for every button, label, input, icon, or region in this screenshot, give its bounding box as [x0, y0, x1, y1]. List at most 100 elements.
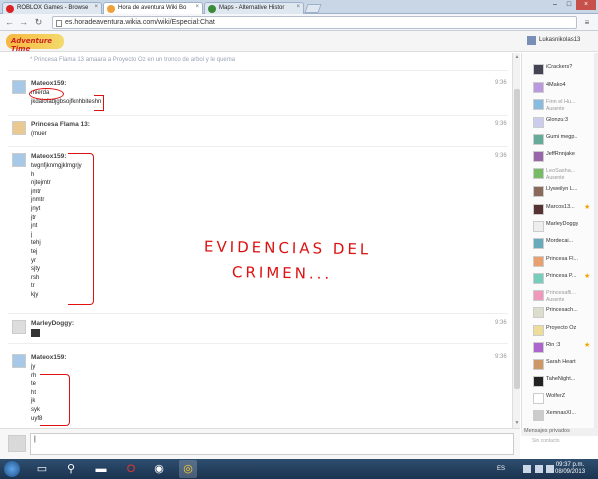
star-icon: ★ — [584, 273, 591, 280]
user-list-item[interactable]: Princesafli... Ausente — [522, 289, 594, 306]
avatar — [533, 238, 544, 249]
search-icon[interactable]: ⚲ — [64, 462, 78, 476]
avatar — [533, 186, 544, 197]
user-list-item[interactable]: LeoSasha... Ausente — [522, 167, 594, 184]
user-list-item[interactable]: TaheNight... — [522, 375, 594, 392]
tab-hora-de-aventura[interactable]: Hora de aventura Wiki Bo × — [103, 2, 203, 14]
tab-roblox[interactable]: ROBLOX Games - Browse × — [2, 2, 102, 14]
user-list-item[interactable]: Princesach... — [522, 306, 594, 323]
tab-maps[interactable]: Maps - Alternative Histor × — [204, 2, 304, 14]
avatar — [533, 168, 544, 179]
wiki-logo[interactable]: Adventure Time — [6, 34, 64, 53]
avatar — [533, 342, 544, 353]
window-switcher-icon[interactable]: ▭ — [35, 462, 49, 476]
message-time: 9:36 — [495, 354, 507, 360]
avatar — [533, 273, 544, 284]
avatar — [533, 376, 544, 387]
message-author: Princesa Flama 13: — [31, 121, 90, 128]
clock-time: 09:37 p.m. — [555, 462, 585, 468]
opera-icon[interactable]: O — [124, 462, 138, 476]
page-icon — [56, 20, 62, 27]
new-tab-button[interactable] — [304, 4, 322, 13]
avatar — [12, 354, 26, 368]
language-indicator[interactable]: ES — [497, 466, 505, 472]
message-line: (muer — [31, 131, 47, 137]
user-list-item[interactable]: 4Mako4 — [522, 81, 594, 98]
close-icon[interactable]: × — [94, 4, 98, 10]
taskbar: ▭ ⚲ ▬ O ◉ ◎ ES 09:37 p.m. 08/09/2013 — [0, 459, 598, 479]
user-list-item[interactable]: WolferZ — [522, 392, 594, 409]
volume-icon[interactable] — [546, 465, 554, 473]
avatar — [533, 64, 544, 75]
message-time: 9:36 — [495, 320, 507, 326]
highlight-bracket — [68, 153, 94, 305]
message-author: Mateox159: — [31, 80, 67, 87]
message-input[interactable]: | — [30, 433, 514, 455]
user-list-item[interactable]: iCrackers? — [522, 63, 594, 80]
message-composer: | — [0, 428, 520, 459]
window-controls: – □ × — [548, 0, 596, 10]
avatar — [533, 82, 544, 93]
chat-message: MarleyDoggy: 9:36 — [0, 320, 512, 340]
menu-icon[interactable]: ≡ — [582, 18, 592, 27]
user-list-item[interactable]: Princesa Fl... — [522, 255, 594, 272]
user-list-item[interactable]: Rin :3 ★ — [522, 341, 594, 358]
divider — [8, 115, 508, 116]
clock-date: 08/09/2013 — [555, 469, 586, 475]
reload-icon[interactable]: ↻ — [33, 17, 44, 28]
user-list-item[interactable]: MarleyDoggy — [522, 220, 594, 237]
close-icon[interactable]: × — [195, 4, 199, 10]
avatar — [12, 320, 26, 334]
chat-message: Mateox159: 9:36 mierda jkdalofadjgbsojfk… — [0, 80, 512, 110]
divider — [8, 343, 508, 344]
message-time: 9:36 — [495, 80, 507, 86]
highlight-circle — [29, 88, 64, 100]
user-list-item[interactable]: Glonzu:3 — [522, 116, 594, 133]
back-arrow-icon[interactable]: ← — [4, 17, 15, 28]
tray-icon[interactable] — [523, 465, 531, 473]
app-icon[interactable]: ◉ — [152, 462, 166, 476]
avatar — [533, 204, 544, 215]
user-list-item[interactable]: JeffRnnjake — [522, 150, 594, 167]
user-list-item[interactable]: Llyweilyn L... — [522, 185, 594, 202]
user-list-scrollbar[interactable] — [594, 53, 598, 428]
maps-favicon-icon — [208, 5, 216, 13]
scroll-down-icon[interactable]: ▼ — [514, 420, 520, 426]
network-icon[interactable] — [535, 465, 543, 473]
message-time: 9:36 — [495, 121, 507, 127]
avatar — [533, 410, 544, 421]
window-close-icon[interactable]: × — [576, 0, 596, 10]
forward-arrow-icon[interactable]: → — [18, 17, 29, 28]
user-list-item[interactable]: Princesa P... ★ — [522, 272, 594, 289]
message-author: MarleyDoggy: — [31, 320, 74, 327]
user-list-item[interactable]: Sarah Heart — [522, 358, 594, 375]
scroll-thumb[interactable] — [514, 89, 520, 389]
user-list-item[interactable]: Marcos13... ★ — [522, 203, 594, 220]
close-icon[interactable]: × — [296, 4, 300, 10]
user-list-item[interactable]: Finn el Hu... Ausente — [522, 98, 594, 115]
avatar — [533, 117, 544, 128]
chrome-icon: ◎ — [183, 463, 193, 475]
message-list: * Princesa Flama 13 amaara a Proyecto Oz… — [0, 53, 512, 428]
chat-message: Princesa Flama 13: 9:36 (muer — [0, 121, 512, 143]
clock[interactable]: 09:37 p.m. 08/09/2013 — [555, 462, 585, 476]
windows-start-icon[interactable] — [4, 461, 20, 477]
user-list-item[interactable]: Proyecto Oz — [522, 324, 594, 341]
chrome-taskbar-button[interactable]: ◎ — [179, 460, 197, 478]
avatar — [533, 290, 544, 301]
user-list-item[interactable]: Mordecai... — [522, 237, 594, 254]
message-scrollbar[interactable]: ▲ ▼ — [512, 53, 520, 428]
url-field[interactable]: es.horadeaventura.wikia.com/wiki/Especia… — [52, 16, 577, 29]
divider — [8, 70, 508, 71]
media-icon[interactable]: ▬ — [94, 462, 108, 476]
maximize-icon[interactable]: □ — [562, 0, 576, 10]
scroll-up-icon[interactable]: ▲ — [514, 54, 520, 60]
highlight-bracket — [94, 95, 104, 111]
user-list-item[interactable]: XemnasXI... — [522, 409, 594, 426]
avatar — [8, 435, 26, 452]
avatar — [533, 325, 544, 336]
minimize-icon[interactable]: – — [548, 0, 562, 10]
user-list: iCrackers? 4Mako4 Finn el Hu... Ausente G… — [521, 53, 598, 428]
user-list-item[interactable]: Gumi megp... — [522, 133, 594, 150]
wikia-favicon-icon — [107, 5, 115, 13]
